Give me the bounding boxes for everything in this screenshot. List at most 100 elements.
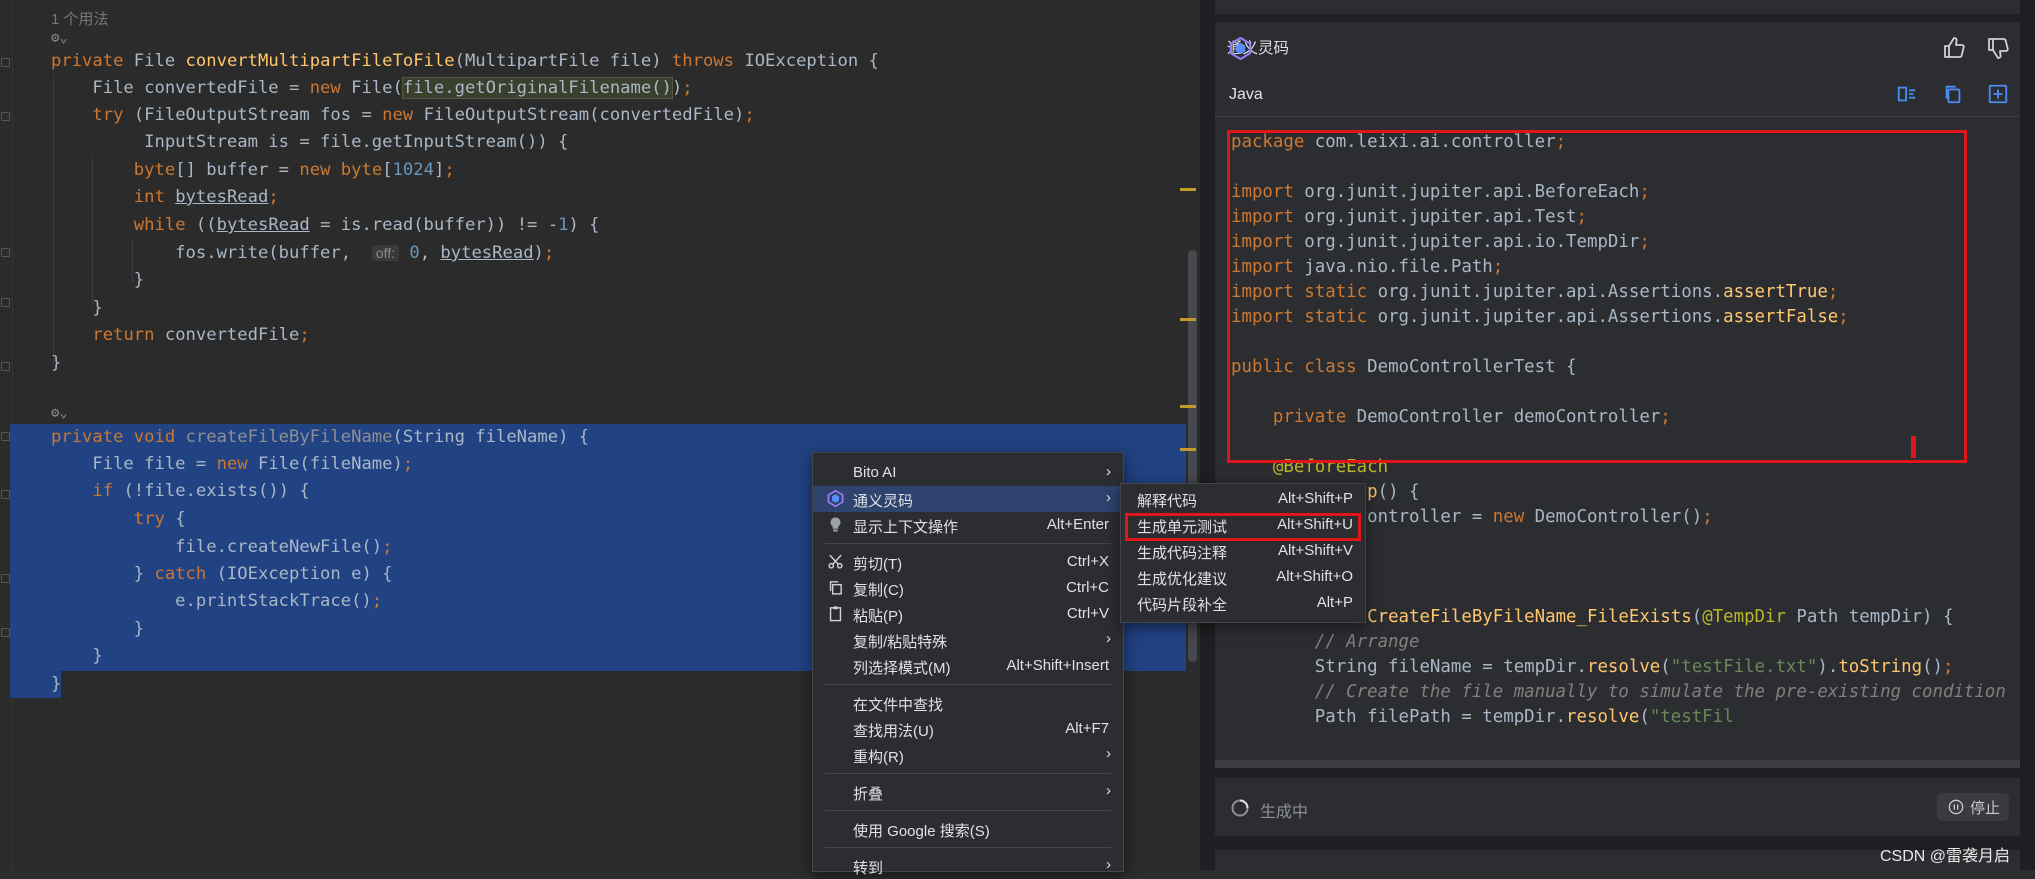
- code-line[interactable]: byte[] buffer = new byte[1024];: [51, 157, 455, 184]
- menu-item-shortcut: Alt+F7: [1065, 720, 1109, 737]
- fold-marker[interactable]: [1, 362, 10, 371]
- code-line[interactable]: fos.write(buffer, off: 0, bytesRead);: [51, 240, 554, 267]
- panel-top-strip: [1215, 0, 2020, 14]
- menu-item-label: 在文件中查找: [853, 697, 944, 714]
- menu-item-context-actions[interactable]: 显示上下文操作 Alt+Enter: [813, 512, 1123, 538]
- menu-item-goto[interactable]: 转到 ›: [813, 853, 1123, 879]
- menu-item-shortcut: Alt+Shift+P: [1277, 490, 1353, 507]
- panel-divider: [1215, 760, 2020, 768]
- menu-item-paste-special[interactable]: 复制/粘贴特殊 ›: [813, 627, 1123, 653]
- code-line[interactable]: File file = new File(fileName);: [51, 451, 413, 478]
- code-line[interactable]: int bytesRead;: [51, 184, 279, 211]
- tongyi-logo-icon: [1229, 37, 1252, 60]
- code-line[interactable]: return convertedFile;: [51, 322, 309, 349]
- menu-item-shortcut: Alt+Shift+O: [1276, 568, 1353, 585]
- code-line[interactable]: private File convertMultipartFileToFile(…: [51, 48, 879, 75]
- menu-item-shortcut: Alt+Enter: [1046, 516, 1109, 533]
- menu-item-find-usages[interactable]: 查找用法(U) Alt+F7: [813, 716, 1123, 742]
- code-lens-icon[interactable]: ⚙⌄: [51, 405, 68, 421]
- menu-item-folding[interactable]: 折叠 ›: [813, 779, 1123, 805]
- menu-separator: [825, 543, 1111, 544]
- menu-item-label: 代码片段补全: [1137, 597, 1228, 614]
- menu-item-refactor[interactable]: 重构(R) ›: [813, 742, 1123, 768]
- menu-separator: [825, 773, 1111, 774]
- change-marker[interactable]: [1180, 188, 1196, 191]
- loading-spinner-icon: [1231, 799, 1249, 817]
- code-lens-icon[interactable]: ⚙⌄: [51, 30, 68, 46]
- menu-item-label: 生成代码注释: [1137, 545, 1228, 562]
- code-line[interactable]: }: [51, 267, 144, 294]
- menu-separator: [825, 810, 1111, 811]
- menu-item-paste[interactable]: 粘贴(P) Ctrl+V: [813, 601, 1123, 627]
- copy-code-icon[interactable]: [1942, 83, 1964, 105]
- chevron-right-icon: ›: [1106, 630, 1111, 647]
- insert-diff-icon[interactable]: [1896, 83, 1918, 105]
- menu-item-label: 转到: [853, 860, 884, 877]
- code-line[interactable]: }: [51, 295, 102, 322]
- menu-item-tongyi[interactable]: 通义灵码 ›: [813, 486, 1123, 512]
- menu-item-column-selection[interactable]: 列选择模式(M) Alt+Shift+Insert: [813, 653, 1123, 679]
- context-menu: Bito AI › 通义灵码 › 显示上下文操作 Alt+Enter 剪切(T)…: [812, 452, 1124, 877]
- annotation-highlight-box: [1227, 130, 1967, 463]
- code-line[interactable]: }: [51, 616, 144, 643]
- menu-item-optimization-suggestions[interactable]: 生成优化建议 Alt+Shift+O: [1121, 564, 1365, 590]
- fold-marker[interactable]: [1, 58, 10, 67]
- code-line[interactable]: try (FileOutputStream fos = new FileOutp…: [51, 102, 754, 129]
- menu-item-snippet-completion[interactable]: 代码片段补全 Alt+P: [1121, 590, 1365, 616]
- menu-item-cut[interactable]: 剪切(T) Ctrl+X: [813, 549, 1123, 575]
- menu-item-shortcut: Ctrl+C: [1066, 579, 1109, 596]
- code-line[interactable]: private void createFileByFileName(String…: [51, 424, 589, 451]
- code-line[interactable]: }: [51, 671, 61, 698]
- menu-item-google-search[interactable]: 使用 Google 搜索(S): [813, 816, 1123, 842]
- ai-code-line: String fileName = tempDir.resolve("testF…: [1231, 657, 1954, 677]
- menu-item-shortcut: Alt+P: [1316, 594, 1353, 611]
- fold-marker[interactable]: [1, 298, 10, 307]
- code-line[interactable]: while ((bytesRead = is.read(buffer)) != …: [51, 212, 600, 239]
- annotation-highlight-box: [1125, 513, 1361, 541]
- fold-marker[interactable]: [1, 490, 10, 499]
- code-line[interactable]: e.printStackTrace();: [51, 588, 382, 615]
- pause-icon[interactable]: [1948, 799, 1964, 815]
- change-marker[interactable]: [1180, 405, 1196, 408]
- scissors-icon: [828, 554, 843, 569]
- fold-marker[interactable]: [1, 248, 10, 257]
- code-line[interactable]: } catch (IOException e) {: [51, 561, 393, 588]
- chevron-right-icon: ›: [1106, 489, 1111, 506]
- code-line[interactable]: InputStream is = file.getInputStream()) …: [51, 129, 568, 156]
- clipboard-icon: [829, 606, 842, 622]
- thumbs-down-icon[interactable]: [1986, 36, 2010, 60]
- fold-marker[interactable]: [1, 574, 10, 583]
- menu-item-shortcut: Ctrl+V: [1066, 605, 1109, 622]
- ai-code-line: // Arrange: [1314, 632, 1420, 652]
- code-line[interactable]: }: [51, 350, 61, 377]
- menu-item-label: 粘贴(P): [853, 608, 903, 625]
- menu-item-generate-comments[interactable]: 生成代码注释 Alt+Shift+V: [1121, 538, 1365, 564]
- menu-item-find-in-files[interactable]: 在文件中查找: [813, 690, 1123, 716]
- code-line[interactable]: }: [51, 643, 102, 670]
- menu-item-shortcut: Alt+Shift+Insert: [1006, 657, 1109, 674]
- usage-hint[interactable]: 1 个用法: [51, 8, 109, 29]
- thumbs-up-icon[interactable]: [1942, 36, 1966, 60]
- code-language-label: Java: [1229, 86, 1263, 103]
- chevron-right-icon: ›: [1106, 463, 1111, 480]
- insert-code-icon[interactable]: [1987, 83, 2009, 105]
- menu-item-explain-code[interactable]: 解释代码 Alt+Shift+P: [1121, 486, 1365, 512]
- menu-item-label: 生成优化建议: [1137, 571, 1228, 588]
- fold-marker[interactable]: [1, 432, 10, 441]
- menu-item-shortcut: Alt+Shift+V: [1277, 542, 1353, 559]
- menu-item-copy[interactable]: 复制(C) Ctrl+C: [813, 575, 1123, 601]
- stop-button-label[interactable]: 停止: [1970, 797, 2000, 818]
- menu-item-label: 通义灵码: [853, 493, 914, 510]
- code-line[interactable]: if (!file.exists()) {: [51, 478, 309, 505]
- code-line[interactable]: File convertedFile = new File(file.getOr…: [51, 75, 693, 102]
- change-marker[interactable]: [1180, 318, 1196, 321]
- code-line[interactable]: try {: [51, 506, 186, 533]
- fold-marker[interactable]: [1, 112, 10, 121]
- menu-item-label: 列选择模式(M): [853, 660, 951, 677]
- code-line[interactable]: file.createNewFile();: [51, 534, 392, 561]
- change-marker[interactable]: [1180, 448, 1196, 451]
- fold-marker[interactable]: [1, 628, 10, 637]
- menu-separator: [825, 847, 1111, 848]
- menu-item-bito-ai[interactable]: Bito AI ›: [813, 460, 1123, 486]
- tongyi-logo-icon: [827, 490, 844, 507]
